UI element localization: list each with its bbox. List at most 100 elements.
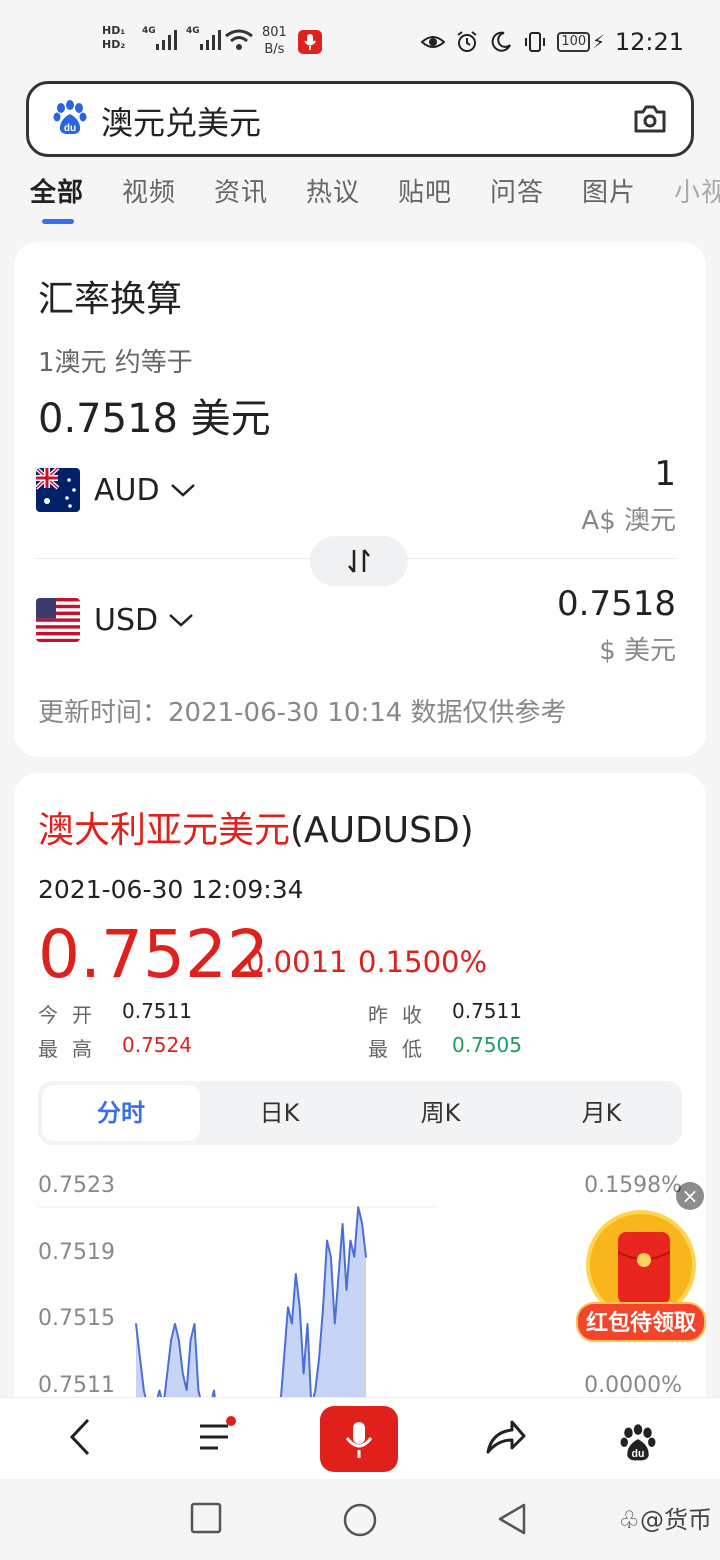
converter-title: 汇率换算 bbox=[38, 279, 183, 320]
tab-qa[interactable]: 问答 bbox=[490, 172, 544, 209]
network-type-2: 4G bbox=[186, 26, 200, 36]
chart-point bbox=[298, 1306, 301, 1308]
current-price: 0.7522 bbox=[38, 916, 269, 993]
status-right: 100 ⚡ 12:21 bbox=[421, 28, 684, 56]
moon-icon bbox=[492, 31, 512, 52]
from-currency-select[interactable]: AUD bbox=[36, 468, 196, 512]
tab-video[interactable]: 视频 bbox=[122, 172, 176, 209]
quote-timestamp: 2021-06-30 12:09:34 bbox=[38, 875, 304, 904]
chart-point bbox=[295, 1272, 297, 1275]
tab-all[interactable]: 全部 bbox=[30, 172, 84, 209]
from-amount[interactable]: 1 A$ 澳元 bbox=[581, 454, 676, 537]
pair-name: 澳大利亚元美元 bbox=[38, 810, 291, 851]
exchange-converter-card: 汇率换算 1澳元 约等于 0.7518 美元 AUD 1 A$ 澳元 USD 0… bbox=[14, 242, 706, 757]
to-amount-unit: $ 美元 bbox=[599, 636, 676, 666]
chart-point bbox=[135, 1322, 137, 1325]
chart-point bbox=[365, 1256, 367, 1258]
watermark-text: @货币 bbox=[640, 1506, 712, 1534]
chart-point bbox=[193, 1322, 196, 1325]
swap-currency-button[interactable] bbox=[310, 536, 408, 586]
tab-monthly-k[interactable]: 月K bbox=[521, 1081, 682, 1145]
pair-title[interactable]: 澳大利亚元美元(AUDUSD) bbox=[38, 801, 474, 853]
watermark-icon: ♧ bbox=[618, 1506, 640, 1534]
chart-point bbox=[287, 1306, 289, 1308]
tab-discussion[interactable]: 热议 bbox=[306, 172, 360, 209]
home-icon[interactable] bbox=[342, 1502, 378, 1538]
stat-low-value: 0.7505 bbox=[452, 1033, 522, 1057]
baidu-paw-icon: du bbox=[53, 100, 87, 135]
to-currency-select[interactable]: USD bbox=[36, 598, 194, 642]
net-speed: 801 B/s bbox=[262, 24, 287, 58]
tab-news[interactable]: 资讯 bbox=[214, 172, 268, 209]
chart-point bbox=[337, 1272, 340, 1275]
network-type-1: 4G bbox=[142, 26, 156, 36]
to-currency-code: USD bbox=[94, 602, 159, 638]
stat-high-label: 最高 bbox=[38, 1037, 106, 1061]
chart-point bbox=[302, 1372, 305, 1375]
converter-subtitle: 1澳元 约等于 bbox=[38, 348, 193, 378]
stat-open-label: 今开 bbox=[38, 1003, 106, 1027]
active-tab-indicator bbox=[42, 219, 74, 224]
stat-open-value: 0.7511 bbox=[122, 999, 192, 1023]
tab-images[interactable]: 图片 bbox=[582, 172, 636, 209]
swap-arrows-icon bbox=[348, 549, 370, 573]
update-time: 更新时间：2021-06-30 10:14 数据仅供参考 bbox=[38, 698, 567, 728]
sim-indicators: HD₁ HD₂ bbox=[102, 24, 125, 52]
red-packet-label[interactable]: 红包待领取 bbox=[576, 1302, 706, 1342]
chart-point bbox=[314, 1389, 317, 1392]
signal-icon: 4G bbox=[142, 26, 177, 50]
stat-prev-close-label: 昨收 bbox=[368, 1003, 436, 1027]
stat-low: 最低 0.7505 bbox=[368, 1033, 522, 1062]
tab-daily-k[interactable]: 日K bbox=[199, 1081, 360, 1145]
search-bar[interactable]: du 澳元兑美元 bbox=[26, 81, 694, 157]
chart-point bbox=[182, 1372, 184, 1375]
chart-point bbox=[166, 1372, 168, 1375]
from-amount-unit: A$ 澳元 bbox=[581, 506, 676, 536]
wifi-icon bbox=[225, 29, 253, 50]
chart-point bbox=[334, 1322, 336, 1325]
back-icon[interactable] bbox=[66, 1412, 96, 1462]
chart-point bbox=[197, 1389, 200, 1392]
chart-point bbox=[341, 1222, 344, 1225]
tab-short-video[interactable]: 小视 bbox=[674, 172, 720, 209]
chart-point bbox=[213, 1389, 215, 1392]
tab-tieba[interactable]: 贴吧 bbox=[398, 172, 452, 209]
baidu-home-icon[interactable]: du bbox=[620, 1412, 656, 1462]
search-input[interactable]: 澳元兑美元 bbox=[101, 98, 261, 144]
watermark: ♧@货币 bbox=[618, 1500, 712, 1535]
camera-icon[interactable] bbox=[633, 104, 667, 134]
to-amount[interactable]: 0.7518 $ 美元 bbox=[557, 584, 676, 667]
status-bar: HD₁ HD₂ 4G 4G 801 B/s 100 ⚡ 12:21 bbox=[0, 0, 720, 82]
svg-text:du: du bbox=[64, 123, 76, 134]
close-icon[interactable]: × bbox=[676, 1182, 704, 1210]
chart-point bbox=[330, 1256, 332, 1258]
share-icon[interactable] bbox=[484, 1412, 526, 1462]
charging-icon: ⚡ bbox=[592, 31, 605, 53]
price-change-percent: 0.1500% bbox=[358, 945, 488, 979]
nav-back-icon[interactable] bbox=[496, 1502, 528, 1536]
chart-point bbox=[361, 1222, 363, 1225]
stat-prev-close-value: 0.7511 bbox=[452, 999, 522, 1023]
chart-point bbox=[178, 1339, 180, 1342]
chevron-down-icon bbox=[169, 614, 193, 627]
tab-weekly-k[interactable]: 周K bbox=[360, 1081, 521, 1145]
stat-high: 最高 0.7524 bbox=[38, 1033, 192, 1062]
chart-point bbox=[326, 1239, 328, 1242]
battery-indicator: 100 bbox=[557, 32, 591, 52]
chart-point bbox=[170, 1339, 172, 1342]
usa-flag-icon bbox=[36, 598, 80, 642]
from-amount-value: 1 bbox=[654, 454, 676, 494]
to-amount-value: 0.7518 bbox=[557, 584, 676, 624]
chart-point bbox=[185, 1389, 188, 1392]
chart-point bbox=[345, 1289, 348, 1292]
browser-toolbar: du bbox=[0, 1397, 720, 1479]
mic-status-icon bbox=[298, 30, 322, 54]
net-speed-value: 801 bbox=[262, 25, 287, 40]
chart-point bbox=[189, 1339, 192, 1342]
price-change: 0.0011 bbox=[246, 945, 348, 979]
voice-search-button[interactable] bbox=[320, 1406, 398, 1472]
category-tabs: 全部 视频 资讯 热议 贴吧 问答 图片 小视 bbox=[0, 172, 720, 222]
recent-apps-icon[interactable] bbox=[190, 1502, 222, 1534]
chart-point bbox=[174, 1322, 176, 1325]
tab-intraday[interactable]: 分时 bbox=[42, 1085, 200, 1141]
